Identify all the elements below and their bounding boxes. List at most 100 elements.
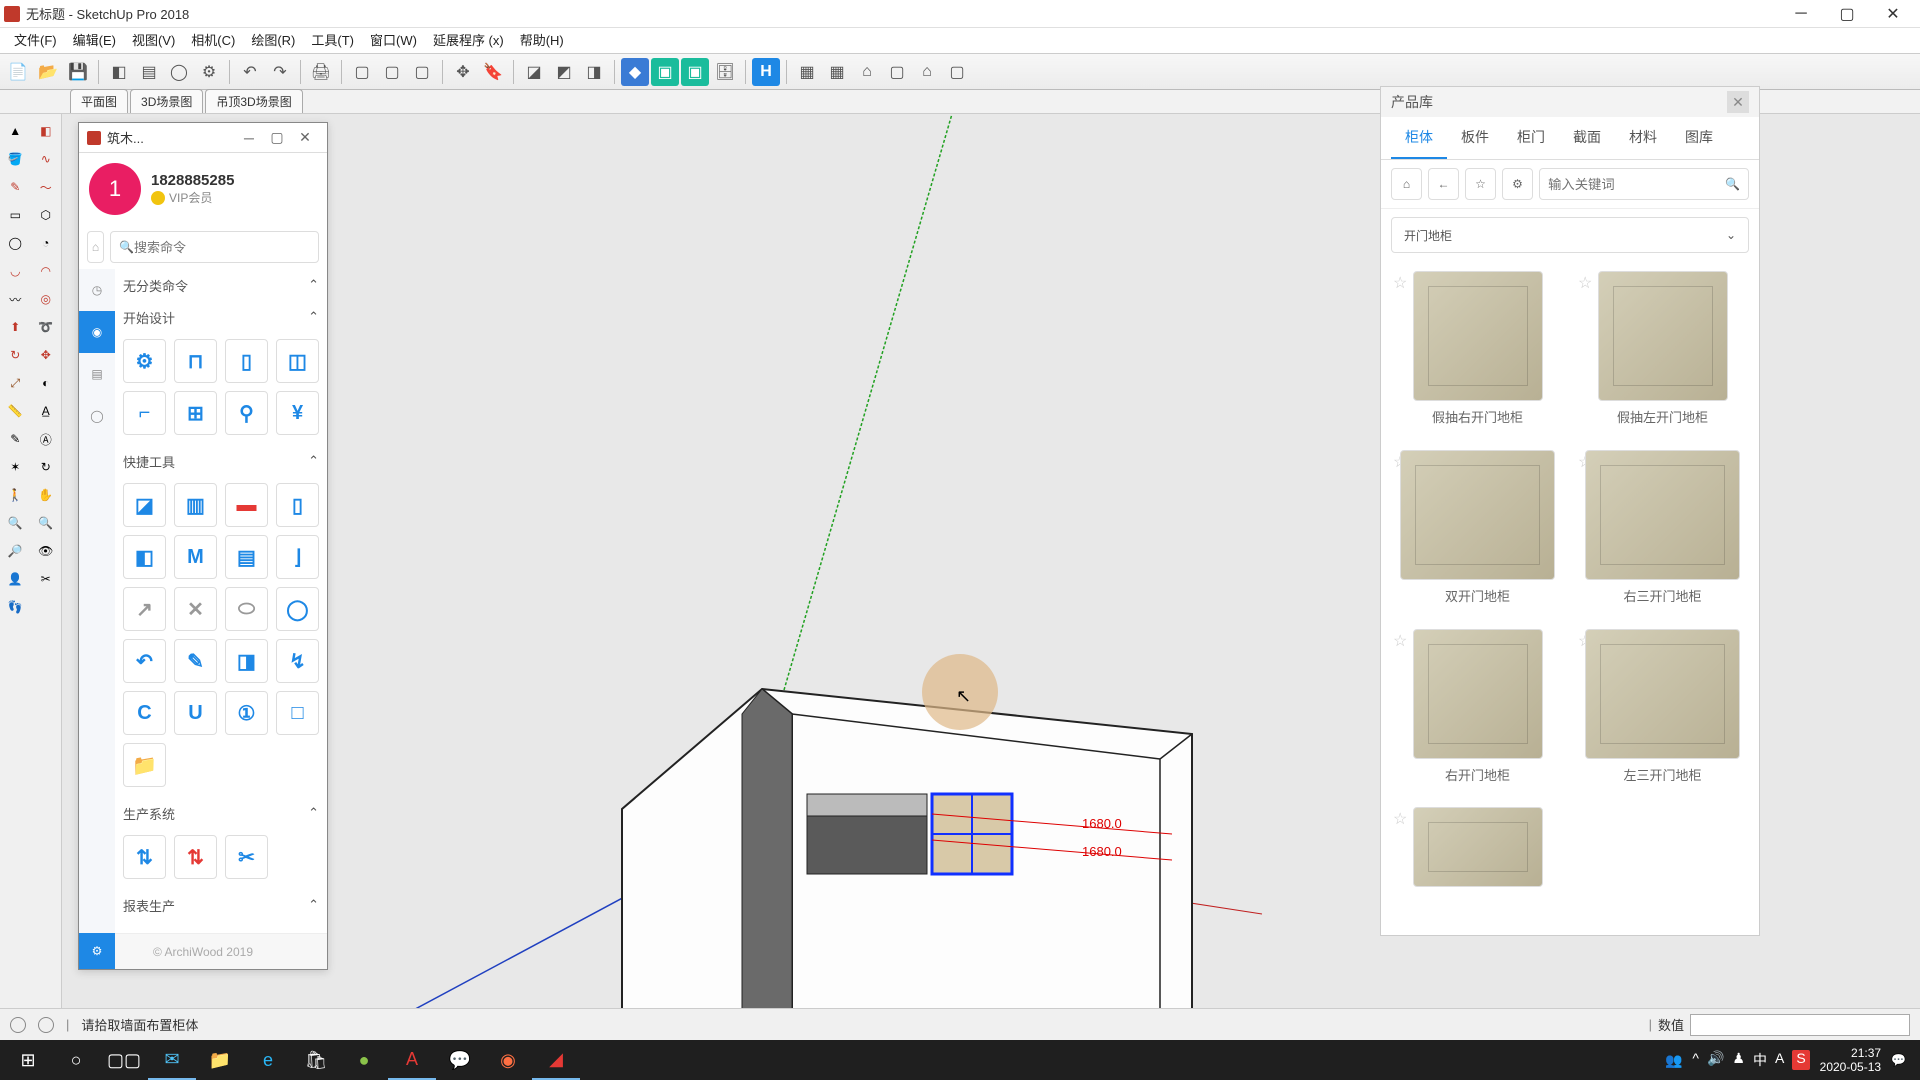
sc-btn-18[interactable]: U bbox=[174, 691, 217, 735]
sc-btn-9[interactable]: ↗ bbox=[123, 587, 166, 631]
design-btn-2[interactable]: ⊓ bbox=[174, 339, 217, 383]
sidetab-design[interactable]: ◉ bbox=[79, 311, 115, 353]
tool-orbit-icon[interactable]: ↻ bbox=[33, 454, 59, 480]
prodlib-search-input[interactable] bbox=[1548, 177, 1725, 192]
tool-walk-icon[interactable]: 🚶 bbox=[2, 482, 28, 508]
sketchup-taskbar-icon[interactable]: ◢ bbox=[532, 1040, 580, 1080]
tray-app-icon[interactable]: ♟ bbox=[1732, 1050, 1745, 1070]
tool-freehand-icon[interactable]: 〜 bbox=[33, 174, 59, 200]
menu-file[interactable]: 文件(F) bbox=[6, 28, 65, 54]
maximize-button[interactable]: ▢ bbox=[1824, 0, 1870, 28]
tool-arc-icon[interactable]: ◡ bbox=[2, 258, 28, 284]
tool-box3[interactable]: ▢ bbox=[408, 58, 436, 86]
sc-btn-7[interactable]: ▤ bbox=[225, 535, 268, 579]
design-btn-6[interactable]: ⊞ bbox=[174, 391, 217, 435]
taskview-icon[interactable]: ▢▢ bbox=[100, 1040, 148, 1080]
cortana-icon[interactable]: ○ bbox=[52, 1040, 100, 1080]
tool-box1[interactable]: ▢ bbox=[348, 58, 376, 86]
star-icon[interactable]: ☆ bbox=[1393, 809, 1407, 829]
app-green-icon[interactable]: ● bbox=[340, 1040, 388, 1080]
prodlib-search[interactable]: 🔍 bbox=[1539, 168, 1749, 200]
tool-text-icon[interactable]: ✎ bbox=[2, 426, 28, 452]
sc-btn-12[interactable]: ◯ bbox=[276, 587, 319, 631]
tool-box2[interactable]: ▢ bbox=[378, 58, 406, 86]
tool-move2-icon[interactable]: ✥ bbox=[33, 342, 59, 368]
tab-ceiling-3d[interactable]: 吊顶3D场景图 bbox=[205, 89, 302, 113]
menu-extensions[interactable]: 延展程序 (x) bbox=[425, 28, 512, 54]
prodlib-tab-section[interactable]: 截面 bbox=[1559, 117, 1615, 159]
sc-btn-13[interactable]: ↶ bbox=[123, 639, 166, 683]
status-icon-2[interactable] bbox=[38, 1017, 54, 1033]
section-production[interactable]: 生产系统⌃ bbox=[123, 797, 319, 829]
autocad-icon[interactable]: A bbox=[388, 1040, 436, 1080]
tray-ime-icon[interactable]: 中 bbox=[1753, 1050, 1767, 1070]
tool-new[interactable]: 📄 bbox=[4, 58, 32, 86]
star-icon[interactable]: ☆ bbox=[1578, 273, 1592, 293]
product-item[interactable]: ☆右开门地柜 bbox=[1391, 629, 1564, 796]
tab-plan[interactable]: 平面图 bbox=[70, 89, 128, 113]
archiwood-minimize[interactable]: ─ bbox=[235, 130, 263, 146]
tool-3d-1[interactable]: ◪ bbox=[520, 58, 548, 86]
menu-view[interactable]: 视图(V) bbox=[124, 28, 183, 54]
archiwood-settings-button[interactable]: ⚙ bbox=[79, 933, 115, 969]
tool-protractor-icon[interactable]: ◐ bbox=[33, 370, 59, 396]
tool-circle-icon[interactable]: ◯ bbox=[2, 230, 28, 256]
prod-btn-3[interactable]: ✂ bbox=[225, 835, 268, 879]
tool-arc2-icon[interactable]: ◠ bbox=[33, 258, 59, 284]
tab-3d[interactable]: 3D场景图 bbox=[130, 89, 203, 113]
sc-btn-11[interactable]: ⬭ bbox=[225, 587, 268, 631]
tray-a-icon[interactable]: A bbox=[1775, 1050, 1784, 1070]
tool-3d-3[interactable]: ◨ bbox=[580, 58, 608, 86]
tool-zoom-icon[interactable]: 🔍 bbox=[2, 510, 28, 536]
prodlib-category-select[interactable]: 开门地柜 ⌄ bbox=[1391, 217, 1749, 253]
sc-btn-15[interactable]: ◨ bbox=[225, 639, 268, 683]
tool-zoomext-icon[interactable]: 🔎 bbox=[2, 538, 28, 564]
tool-blue-1[interactable]: ◆ bbox=[621, 58, 649, 86]
tool-foot-icon[interactable]: 👣 bbox=[2, 594, 28, 620]
design-btn-5[interactable]: ⌐ bbox=[123, 391, 166, 435]
explorer-icon[interactable]: 📁 bbox=[196, 1040, 244, 1080]
menu-draw[interactable]: 绘图(R) bbox=[243, 28, 303, 54]
product-item[interactable]: ☆右三开门地柜 bbox=[1576, 450, 1749, 617]
tool-3d-2[interactable]: ◩ bbox=[550, 58, 578, 86]
tool-pan-icon[interactable]: ✋ bbox=[33, 482, 59, 508]
sidetab-recent[interactable]: ◷ bbox=[79, 269, 115, 311]
tool-layer[interactable]: ▤ bbox=[135, 58, 163, 86]
menu-window[interactable]: 窗口(W) bbox=[362, 28, 425, 54]
tool-axes-icon[interactable]: ✶ bbox=[2, 454, 28, 480]
sidetab-library[interactable]: ▤ bbox=[79, 353, 115, 395]
prod-btn-2[interactable]: ⇅ bbox=[174, 835, 217, 879]
sc-btn-21[interactable]: 📁 bbox=[123, 743, 166, 787]
design-btn-3[interactable]: ▯ bbox=[225, 339, 268, 383]
sc-btn-5[interactable]: ◧ bbox=[123, 535, 166, 579]
user-avatar[interactable]: 1 bbox=[89, 163, 141, 215]
tool-section-icon[interactable]: ✂ bbox=[33, 566, 59, 592]
tool-home2[interactable]: ⌂ bbox=[913, 58, 941, 86]
tool-undo[interactable]: ↶ bbox=[236, 58, 264, 86]
sc-btn-16[interactable]: ↯ bbox=[276, 639, 319, 683]
command-search-input[interactable] bbox=[134, 240, 310, 255]
tool-zoomwin-icon[interactable]: 🔍 bbox=[33, 510, 59, 536]
prodlib-fav-button[interactable]: ☆ bbox=[1465, 168, 1496, 200]
menu-tools[interactable]: 工具(T) bbox=[303, 28, 362, 54]
tray-up-icon[interactable]: ^ bbox=[1692, 1050, 1699, 1070]
tool-paint-icon[interactable]: 🪣 bbox=[2, 146, 28, 172]
sc-btn-1[interactable]: ◪ bbox=[123, 483, 166, 527]
wechat-icon[interactable]: 💬 bbox=[436, 1040, 484, 1080]
star-icon[interactable]: ☆ bbox=[1393, 273, 1407, 293]
design-btn-8[interactable]: ¥ bbox=[276, 391, 319, 435]
sc-btn-3[interactable]: ▬ bbox=[225, 483, 268, 527]
tool-poly-icon[interactable]: ⬡ bbox=[33, 202, 59, 228]
tool-3dtext-icon[interactable]: Ⓐ bbox=[33, 426, 59, 452]
tool-select-icon[interactable]: ▲ bbox=[2, 118, 28, 144]
sc-btn-8[interactable]: ⌋ bbox=[276, 535, 319, 579]
close-button[interactable]: ✕ bbox=[1870, 0, 1916, 28]
tool-follow-icon[interactable]: ➰ bbox=[33, 314, 59, 340]
prodlib-settings-button[interactable]: ⚙ bbox=[1502, 168, 1533, 200]
tool-component[interactable]: ◧ bbox=[105, 58, 133, 86]
section-start-design[interactable]: 开始设计⌃ bbox=[123, 301, 319, 333]
tool-db[interactable]: 🗄 bbox=[711, 58, 739, 86]
product-item[interactable]: ☆左三开门地柜 bbox=[1576, 629, 1749, 796]
sc-btn-17[interactable]: C bbox=[123, 691, 166, 735]
tool-open[interactable]: 📂 bbox=[34, 58, 62, 86]
